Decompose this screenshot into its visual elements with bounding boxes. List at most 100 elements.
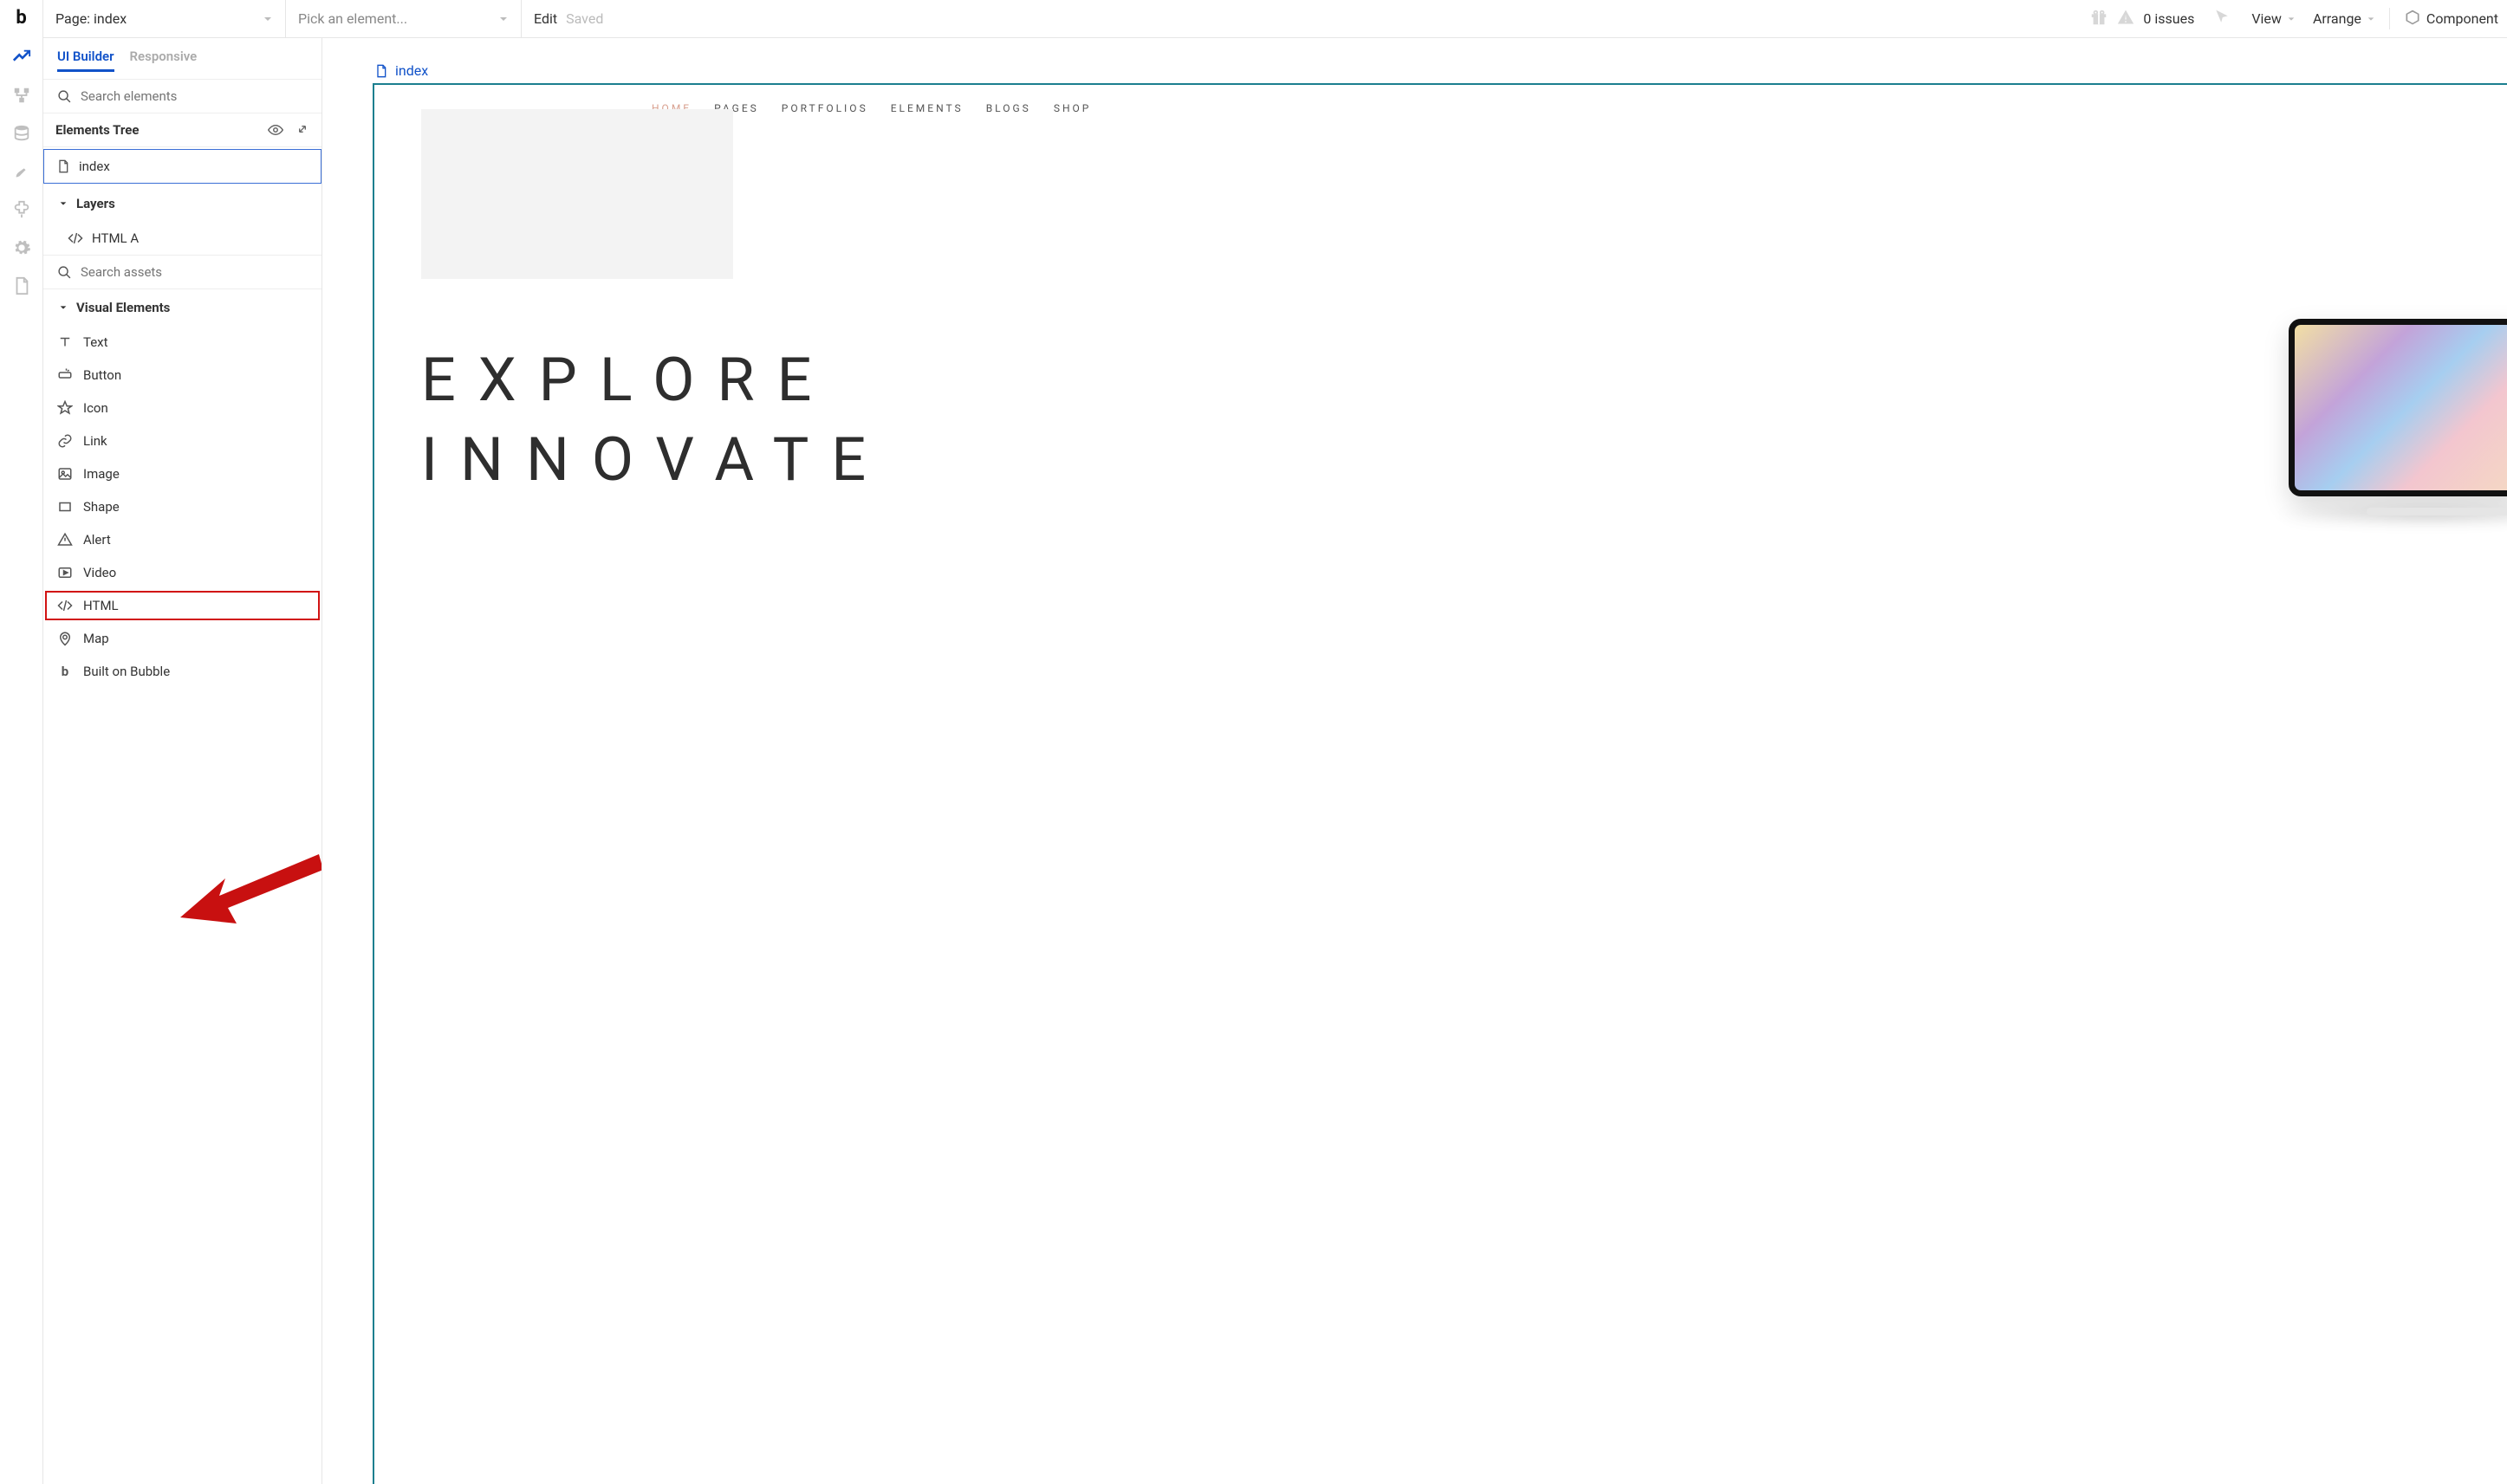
element-map[interactable]: Map (43, 622, 321, 655)
element-label: HTML (83, 598, 119, 613)
element-label: Image (83, 466, 120, 482)
page-icon (56, 159, 70, 173)
logs-icon[interactable] (12, 276, 31, 295)
search-assets-input[interactable] (81, 264, 308, 280)
canvas-page-label[interactable]: index (374, 62, 428, 79)
search-icon (57, 89, 72, 104)
map-pin-icon (57, 631, 73, 646)
image-icon (57, 466, 73, 482)
code-icon (68, 230, 83, 246)
top-toolbar: Page: index Pick an element... Edit Save… (43, 0, 2507, 38)
issues-count[interactable]: 0 issues (2143, 10, 2194, 27)
warning-icon[interactable] (2117, 9, 2134, 29)
button-icon (57, 367, 73, 383)
element-label: Map (83, 631, 109, 646)
headline-line-2: INNOVATE (421, 424, 888, 496)
plugins-icon[interactable] (12, 200, 31, 219)
element-video[interactable]: Video (43, 556, 321, 589)
chevron-down-icon (2287, 15, 2296, 23)
design-tab-icon[interactable] (12, 48, 31, 67)
cube-icon (2404, 9, 2421, 29)
element-label: Icon (83, 400, 108, 416)
element-image[interactable]: Image (43, 457, 321, 490)
element-html[interactable]: HTML (43, 589, 321, 622)
element-label: Built on Bubble (83, 664, 170, 679)
settings-icon[interactable] (12, 238, 31, 257)
element-built-on-bubble[interactable]: b Built on Bubble (43, 655, 321, 688)
star-icon (57, 400, 73, 416)
stylus-pen (2367, 508, 2507, 515)
styles-icon[interactable] (12, 162, 31, 181)
page-selector-label: Page: index (55, 10, 127, 27)
element-link[interactable]: Link (43, 424, 321, 457)
canvas-page-name: index (395, 62, 428, 79)
edit-mode-label[interactable]: Edit (534, 10, 557, 27)
bubble-icon: b (57, 664, 73, 679)
triangle-down-icon (59, 199, 68, 208)
triangle-down-icon (59, 303, 68, 312)
chevron-down-icon (263, 14, 273, 24)
gift-icon[interactable] (2089, 8, 2108, 30)
tab-responsive[interactable]: Responsive (130, 49, 198, 72)
chevron-down-icon (498, 14, 509, 24)
nav-shop[interactable]: SHOP (1054, 102, 1092, 114)
save-status: Saved (566, 10, 603, 27)
hero-headline[interactable]: EXPLORE INNOVATE (421, 345, 888, 496)
video-icon (57, 565, 73, 580)
component-label: Component (2426, 10, 2498, 27)
component-menu[interactable]: Component (2395, 9, 2507, 29)
hero-placeholder[interactable] (421, 109, 733, 279)
arrange-label: Arrange (2313, 10, 2361, 27)
chevron-down-icon (2367, 15, 2375, 23)
element-label: Button (83, 367, 121, 383)
layer-html-a[interactable]: HTML A (43, 222, 321, 255)
code-icon (57, 598, 73, 613)
pointer-icon[interactable] (2213, 9, 2231, 29)
visual-elements-section[interactable]: Visual Elements (43, 288, 321, 326)
tablet-screen (2289, 319, 2507, 496)
eye-icon[interactable] (268, 122, 283, 138)
annotation-arrow (180, 844, 322, 930)
page-frame[interactable]: HOME PAGES PORTFOLIOS ELEMENTS BLOGS SHO… (373, 83, 2507, 1484)
expand-icon[interactable] (296, 122, 309, 136)
layers-group[interactable]: Layers (43, 185, 321, 222)
element-icon[interactable]: Icon (43, 392, 321, 424)
elements-panel: UI Builder Responsive Elements Tree inde… (43, 38, 322, 1484)
nav-blogs[interactable]: BLOGS (986, 102, 1031, 114)
search-elements-input[interactable] (81, 88, 308, 104)
element-selector[interactable]: Pick an element... (286, 0, 522, 37)
text-icon (57, 334, 73, 350)
alert-icon (57, 532, 73, 548)
editor-canvas[interactable]: index HOME PAGES PORTFOLIOS ELEMENTS BLO… (322, 38, 2507, 1484)
element-label: Video (83, 565, 116, 580)
arrange-menu[interactable]: Arrange (2304, 10, 2384, 27)
element-label: Link (83, 433, 107, 449)
element-label: Text (83, 334, 108, 350)
tree-root-label: index (79, 159, 110, 174)
tablet-mockup (2289, 319, 2507, 505)
link-icon (57, 433, 73, 449)
layer-label: HTML A (92, 230, 139, 246)
element-button[interactable]: Button (43, 359, 321, 392)
layers-label: Layers (76, 196, 115, 211)
nav-portfolios[interactable]: PORTFOLIOS (782, 102, 868, 114)
bubble-logo: b (16, 7, 26, 29)
left-icon-rail: b (0, 0, 43, 1484)
workflow-icon[interactable] (12, 86, 31, 105)
view-label: View (2251, 10, 2282, 27)
visual-elements-label: Visual Elements (76, 300, 170, 315)
element-alert[interactable]: Alert (43, 523, 321, 556)
tab-ui-builder[interactable]: UI Builder (57, 49, 114, 72)
page-selector[interactable]: Page: index (43, 0, 286, 37)
tree-root-node[interactable]: index (43, 149, 321, 184)
element-selector-placeholder: Pick an element... (298, 10, 407, 27)
elements-tree-title: Elements Tree (55, 122, 139, 138)
data-icon[interactable] (12, 124, 31, 143)
element-label: Shape (83, 499, 120, 515)
nav-elements[interactable]: ELEMENTS (891, 102, 964, 114)
element-label: Alert (83, 532, 111, 548)
view-menu[interactable]: View (2243, 10, 2304, 27)
element-text[interactable]: Text (43, 326, 321, 359)
headline-line-1: EXPLORE (421, 345, 888, 416)
element-shape[interactable]: Shape (43, 490, 321, 523)
